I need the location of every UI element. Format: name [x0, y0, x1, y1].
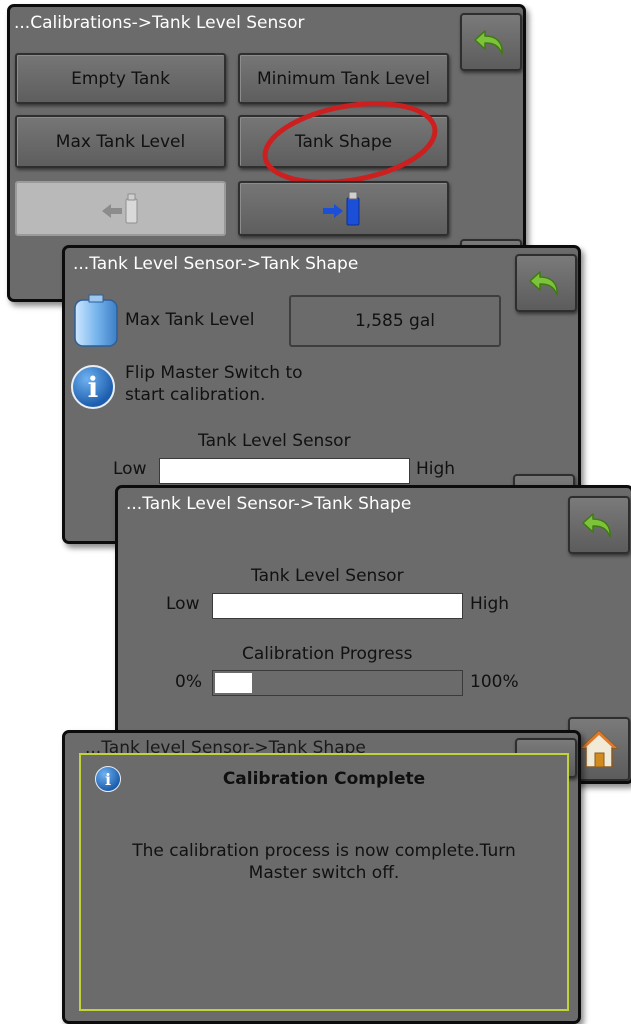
- usb-import-button[interactable]: [15, 181, 226, 236]
- empty-tank-label: Empty Tank: [71, 68, 170, 89]
- screen-title: ...Tank Level Sensor->Tank Shape: [126, 494, 412, 514]
- max-tank-level-button[interactable]: Max Tank Level: [15, 115, 226, 168]
- back-button[interactable]: [568, 496, 630, 554]
- progress-bar-fill: [215, 673, 252, 693]
- high-label: High: [470, 594, 510, 614]
- sensor-label: Tank Level Sensor: [198, 431, 351, 451]
- minimum-tank-level-label: Minimum Tank Level: [256, 68, 431, 89]
- max-tank-level-value[interactable]: 1,585 gal: [289, 295, 501, 347]
- high-label: High: [416, 459, 456, 479]
- back-arrow-icon: [582, 513, 611, 538]
- sensor-bar: [159, 458, 410, 484]
- progress-label: Calibration Progress: [242, 644, 413, 664]
- low-label: Low: [166, 594, 200, 614]
- progress-min-label: 0%: [175, 672, 202, 692]
- progress-bar: [212, 670, 463, 696]
- screen-title: ...Tank Level Sensor->Tank Shape: [73, 254, 359, 274]
- highlight-ellipse: [262, 101, 438, 185]
- back-button[interactable]: [460, 13, 522, 71]
- tank-icon: [74, 294, 118, 347]
- low-label: Low: [113, 459, 147, 479]
- dialog-message-line-1: The calibration process is now complete.…: [132, 841, 516, 861]
- max-tank-level-value-text: 1,585 gal: [354, 311, 435, 331]
- progress-max-label: 100%: [470, 672, 519, 692]
- back-arrow-icon: [529, 271, 558, 296]
- calibration-complete-dialog: i Calibration Complete The calibration p…: [79, 753, 569, 1011]
- home-icon: [579, 729, 619, 768]
- back-arrow-icon: [474, 30, 503, 55]
- back-button[interactable]: [515, 254, 577, 312]
- info-icon: i: [71, 365, 115, 409]
- sensor-label: Tank Level Sensor: [251, 566, 404, 586]
- dialog-title: Calibration Complete: [222, 769, 426, 789]
- usb-import-icon: [101, 193, 137, 223]
- max-tank-level-label: Max Tank Level: [55, 131, 186, 152]
- max-tank-level-label: Max Tank Level: [125, 310, 255, 330]
- empty-tank-button[interactable]: Empty Tank: [15, 53, 226, 104]
- calibration-complete-screen: ...Tank level Sensor->Tank Shape i Calib…: [62, 730, 581, 1024]
- sensor-bar: [212, 593, 463, 619]
- dialog-message-line-2: Master switch off.: [248, 863, 400, 883]
- instruction-line-2: start calibration.: [125, 385, 266, 405]
- usb-export-button[interactable]: [238, 181, 449, 236]
- screen-title: ...Calibrations->Tank Level Sensor: [14, 13, 305, 33]
- usb-export-icon: [322, 191, 359, 225]
- instruction-line-1: Flip Master Switch to: [125, 363, 303, 383]
